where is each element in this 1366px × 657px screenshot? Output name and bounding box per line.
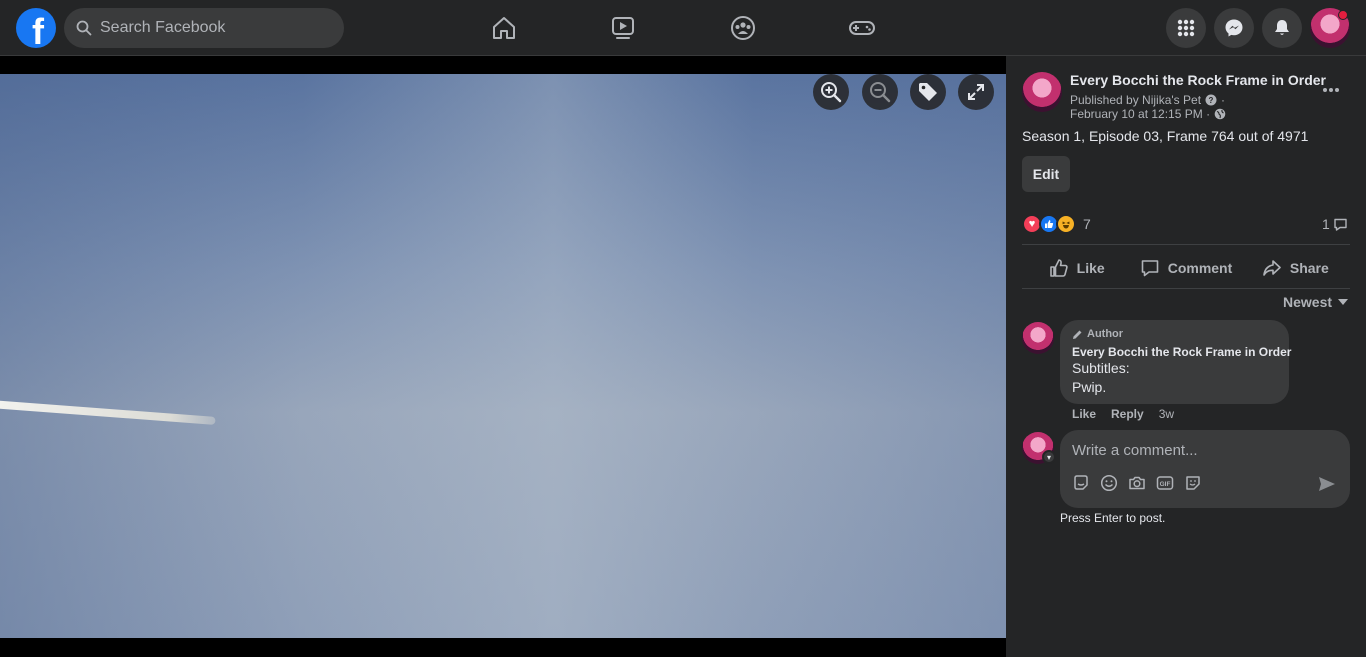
comment-button[interactable]: Comment <box>1131 248 1240 288</box>
facebook-logo-letter: f <box>32 11 44 49</box>
comment-reply-link[interactable]: Reply <box>1111 407 1144 421</box>
post-actions-bar: Like Comment Share <box>1022 248 1350 288</box>
page-name-link[interactable]: Every Bocchi the Rock Frame in Order <box>1070 72 1326 88</box>
gaming-icon[interactable] <box>846 12 878 44</box>
comment-sort-dropdown[interactable]: Newest <box>1283 294 1349 310</box>
zoom-out-icon <box>870 82 891 103</box>
groups-icon[interactable] <box>727 12 759 44</box>
published-by-line: Published by Nijika's Pet ? · <box>1070 93 1225 107</box>
tag-icon <box>919 83 937 101</box>
comment-input[interactable] <box>1072 440 1332 460</box>
photo-sky-frame <box>0 74 1006 638</box>
more-options-button[interactable] <box>1316 78 1346 102</box>
comment-composer: GIF <box>1060 430 1350 508</box>
notification-badge <box>1338 10 1348 20</box>
watch-icon[interactable] <box>607 12 639 44</box>
zoom-in-button[interactable] <box>813 74 849 110</box>
post-date[interactable]: February 10 at 12:15 PM · <box>1070 107 1210 121</box>
top-navigation-bar: f <box>0 0 1366 56</box>
svg-text:GIF: GIF <box>1160 481 1171 488</box>
globe-icon <box>1214 108 1226 120</box>
contrail <box>0 400 216 425</box>
author-badge: Author <box>1072 328 1277 340</box>
zoom-out-button[interactable] <box>862 74 898 110</box>
notifications-button[interactable] <box>1262 8 1302 48</box>
tag-photo-button[interactable] <box>910 74 946 110</box>
share-icon <box>1263 260 1281 276</box>
home-icon[interactable] <box>488 12 520 44</box>
search-box[interactable] <box>64 8 344 48</box>
like-label: Like <box>1076 260 1105 276</box>
pencil-icon <box>1073 330 1082 339</box>
comment-bubble-icon <box>1334 218 1347 231</box>
facebook-logo[interactable]: f <box>16 8 56 48</box>
caret-down-icon <box>1338 299 1349 305</box>
haha-reaction-icon <box>1056 214 1076 234</box>
post-caption: Season 1, Episode 03, Frame 764 out of 4… <box>1022 128 1309 144</box>
messenger-icon <box>1225 19 1243 37</box>
info-icon[interactable]: ? <box>1205 94 1217 106</box>
reactions-count: 7 <box>1083 216 1091 232</box>
search-icon <box>76 20 92 36</box>
send-comment-button[interactable] <box>1316 474 1338 494</box>
comment-actions: Like Reply 3w <box>1072 407 1174 421</box>
avatar-sticker-icon[interactable] <box>1072 474 1090 492</box>
divider-top <box>1022 244 1350 245</box>
post-details-panel: Every Bocchi the Rock Frame in Order Pub… <box>1006 56 1366 657</box>
zoom-in-icon <box>821 82 842 103</box>
fullscreen-button[interactable] <box>958 74 994 110</box>
chevron-down-icon[interactable]: ▾ <box>1042 450 1056 464</box>
sort-label: Newest <box>1283 294 1333 310</box>
like-button[interactable]: Like <box>1022 248 1131 288</box>
commenter-avatar[interactable] <box>1022 322 1054 354</box>
photo-viewer <box>0 56 1006 657</box>
emoji-icon[interactable] <box>1100 474 1118 492</box>
comment-bubble: Author Every Bocchi the Rock Frame in Or… <box>1060 320 1291 404</box>
comment-text-line2: Pwip. <box>1072 379 1107 395</box>
camera-icon[interactable] <box>1128 474 1146 492</box>
like-icon <box>1049 259 1068 277</box>
comment-text-line1: Subtitles: <box>1072 360 1130 376</box>
comment-icon <box>1141 260 1159 277</box>
comment-timestamp[interactable]: 3w <box>1159 407 1174 421</box>
dot-separator: · <box>1221 93 1226 107</box>
svg-text:?: ? <box>1209 96 1214 105</box>
composer-tools: GIF <box>1072 474 1202 492</box>
notifications-icon <box>1275 20 1289 35</box>
sticker-icon[interactable] <box>1184 474 1202 492</box>
commenter-name[interactable]: Every Bocchi the Rock Frame in Order <box>1072 345 1291 359</box>
edit-button[interactable]: Edit <box>1022 156 1070 192</box>
comment-label: Comment <box>1167 260 1233 276</box>
press-enter-hint: Press Enter to post. <box>1060 511 1166 525</box>
author-badge-label: Author <box>1087 328 1124 340</box>
more-options-icon <box>1323 88 1339 92</box>
menu-grid-icon <box>1177 19 1195 37</box>
page-avatar[interactable] <box>1022 72 1062 112</box>
send-icon <box>1319 477 1335 491</box>
divider-bottom <box>1022 288 1350 289</box>
gif-icon[interactable]: GIF <box>1156 474 1174 492</box>
comments-count[interactable]: 1 <box>1322 216 1348 232</box>
share-button[interactable]: Share <box>1241 248 1350 288</box>
menu-grid-button[interactable] <box>1166 8 1206 48</box>
messenger-button[interactable] <box>1214 8 1254 48</box>
post-date-line: February 10 at 12:15 PM · <box>1070 107 1226 121</box>
fullscreen-icon <box>968 84 984 100</box>
reactions-summary[interactable]: ♥ 7 <box>1022 214 1091 234</box>
comment-like-link[interactable]: Like <box>1072 407 1096 421</box>
search-input[interactable] <box>100 19 320 37</box>
published-by-text[interactable]: Published by Nijika's Pet <box>1070 93 1201 107</box>
comments-count-number: 1 <box>1322 216 1330 232</box>
share-label: Share <box>1289 260 1329 276</box>
